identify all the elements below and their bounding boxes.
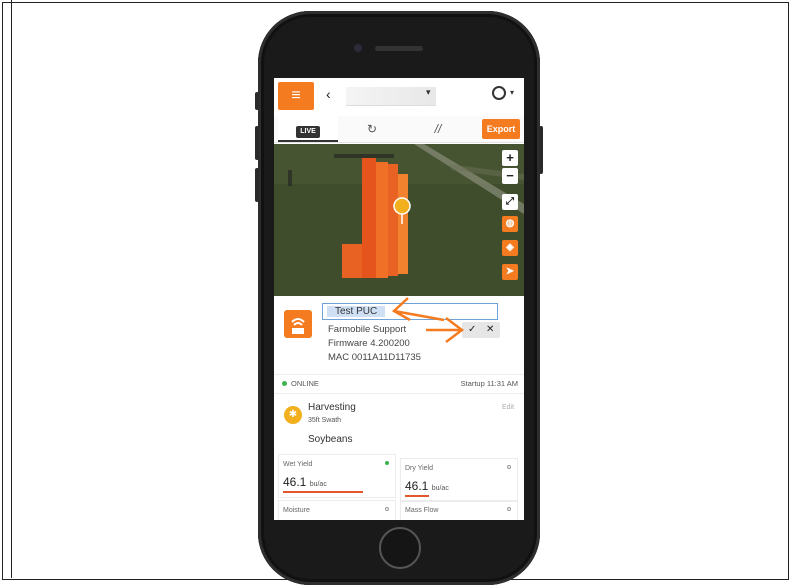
cancel-icon[interactable]: ✕ <box>486 322 494 338</box>
name-edit-actions: ✓ ✕ <box>462 322 500 338</box>
mute-switch[interactable] <box>255 92 259 110</box>
edit-link[interactable]: Edit <box>502 404 514 411</box>
metric-indicator <box>507 507 511 511</box>
device-mac: MAC 0011A11D11735 <box>328 352 421 363</box>
online-indicator <box>282 381 287 387</box>
user-menu-chevron-icon[interactable]: ▾ <box>510 88 514 97</box>
metric-bar <box>405 495 429 497</box>
earpiece-speaker <box>375 46 423 51</box>
metric-indicator <box>385 507 389 511</box>
activity-detail: 35ft Swath <box>308 417 342 424</box>
app-screen: ≡ ‹ ▾ ▾ LIVE ↻ // Export + − ⤢ ◍ ◈ ➤ Tes… <box>274 78 524 520</box>
metric-card-dry-yield[interactable]: Dry Yield 46.1 bu/ac <box>400 458 518 502</box>
layers-icon[interactable]: ◈ <box>502 240 518 256</box>
globe-icon[interactable]: ◍ <box>502 216 518 232</box>
locate-icon[interactable]: ➤ <box>502 264 518 280</box>
device-name-input[interactable]: Test PUC <box>322 303 498 320</box>
home-button[interactable] <box>379 527 421 569</box>
crop-name: Soybeans <box>308 434 353 445</box>
device-panel: Test PUC Farmobile Support Firmware 4.20… <box>274 296 524 520</box>
confirm-icon[interactable]: ✓ <box>468 322 476 338</box>
satellite-map-image <box>274 144 524 296</box>
startup-time: Startup 11:31 AM <box>460 379 518 388</box>
live-badge: LIVE <box>296 126 320 138</box>
metric-value: 46.1 bu/ac <box>283 475 327 489</box>
wheat-icon: ✱ <box>284 406 302 424</box>
view-tabs: LIVE ↻ // Export <box>274 116 524 143</box>
frame-divider <box>11 0 12 578</box>
back-button[interactable]: ‹ <box>326 86 331 102</box>
metric-card-mass-flow[interactable]: Mass Flow <box>400 500 518 520</box>
power-button[interactable] <box>539 126 543 174</box>
metric-card-wet-yield[interactable]: Wet Yield 46.1 bu/ac <box>278 454 396 498</box>
metric-value: 46.1 bu/ac <box>405 479 449 493</box>
tab-coverage[interactable]: // <box>408 116 468 142</box>
volume-up-button[interactable] <box>255 126 259 160</box>
zoom-out-button[interactable]: − <box>502 168 518 184</box>
menu-button[interactable]: ≡ <box>278 82 314 110</box>
metric-label: Wet Yield <box>283 461 313 468</box>
activity-title: Harvesting <box>308 402 356 413</box>
status-row: ONLINE Startup 11:31 AM <box>274 374 524 394</box>
metric-label: Moisture <box>283 507 310 514</box>
zoom-in-button[interactable]: + <box>502 150 518 166</box>
field-map[interactable]: + − ⤢ ◍ ◈ ➤ <box>274 144 524 296</box>
device-firmware: Firmware 4.200200 <box>328 338 410 349</box>
metric-indicator <box>385 461 389 465</box>
export-button[interactable]: Export <box>482 119 520 139</box>
field-selector[interactable] <box>346 87 436 106</box>
chevron-down-icon[interactable]: ▾ <box>426 87 431 98</box>
user-icon[interactable] <box>492 86 506 100</box>
metric-indicator <box>507 465 511 469</box>
coverage-icon: // <box>434 122 442 136</box>
tab-live[interactable]: LIVE <box>278 116 338 142</box>
fullscreen-icon[interactable]: ⤢ <box>502 194 518 210</box>
metric-card-moisture[interactable]: Moisture <box>278 500 396 520</box>
device-name-value: Test PUC <box>327 306 386 317</box>
top-bar: ≡ ‹ ▾ ▾ <box>274 78 524 114</box>
metric-label: Mass Flow <box>405 507 439 514</box>
tab-history[interactable]: ↻ <box>342 116 402 142</box>
metric-bar <box>283 491 363 493</box>
device-owner: Farmobile Support <box>328 324 407 335</box>
device-wifi-icon <box>284 310 312 338</box>
history-icon: ↻ <box>366 122 378 136</box>
metric-label: Dry Yield <box>405 465 434 472</box>
status-text: ONLINE <box>291 379 319 388</box>
front-camera <box>354 44 362 52</box>
volume-down-button[interactable] <box>255 168 259 202</box>
